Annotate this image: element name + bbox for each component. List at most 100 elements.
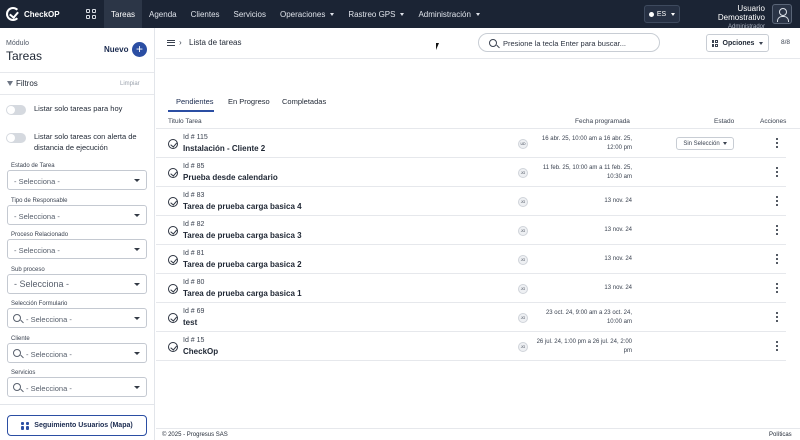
task-name: test (183, 318, 198, 327)
filter-select[interactable]: - Selecciona - (7, 170, 147, 190)
filter-select[interactable]: - Selecciona - (7, 377, 147, 397)
filter-select[interactable]: - Selecciona - (7, 239, 147, 259)
row-actions-kebab-icon[interactable] (776, 312, 778, 322)
row-actions-kebab-icon[interactable] (776, 196, 778, 206)
brand-logo[interactable]: CheckOP (6, 7, 78, 21)
tab-en-progreso[interactable]: En Progreso (228, 97, 270, 106)
menu-toggle-icon[interactable] (167, 40, 175, 46)
filters-sidebar: Módulo Tareas Nuevo + Filtros Limpiar Li… (0, 28, 155, 440)
assignee-avatar: JG (518, 284, 528, 294)
tab-pendientes[interactable]: Pendientes (176, 97, 214, 106)
user-name: Usuario Demostrativo (717, 4, 765, 22)
task-id: Id # 81 (183, 250, 205, 257)
chevron-down-icon (671, 12, 676, 16)
task-date-start: 13 nov. 24 (604, 285, 632, 291)
table-row[interactable]: Id # 115 Instalación - Cliente 2 UD 16 abr.… (156, 129, 786, 158)
assignee-avatar: JG (518, 342, 528, 352)
task-name: Tarea de prueba carga basica 2 (183, 260, 302, 269)
nav-item-administraci-n[interactable]: Administración (411, 0, 486, 28)
table-row[interactable]: Id # 15 CheckOp JG 26 jul. 24, 1:00 pm a 26… (156, 332, 786, 361)
filter-select-label: Tipo de Responsable (11, 197, 68, 204)
nav-item-tareas[interactable]: Tareas (104, 0, 143, 28)
filter-select[interactable]: - Selecciona - (7, 204, 147, 225)
table-row[interactable]: Id # 83 Tarea de prueba carga basica 4 JG 1… (156, 187, 786, 216)
table-row[interactable]: Id # 80 Tarea de prueba carga basica 1 JG 1… (156, 274, 786, 303)
assignee-avatar: JG (518, 226, 528, 236)
task-id: Id # 115 (183, 134, 208, 141)
status-select[interactable]: Sin Selección (676, 137, 734, 150)
table-row[interactable]: Id # 81 Tarea de prueba carga basica 2 JG 1… (156, 245, 786, 274)
content-topbar: › Lista de tareas Presione la tecla Ente… (156, 28, 800, 59)
task-date-start: 13 nov. 24 (604, 227, 632, 233)
row-actions-kebab-icon[interactable] (776, 225, 778, 235)
new-task-label[interactable]: Nuevo (104, 45, 128, 54)
nav-item-rastreo-gps[interactable]: Rastreo GPS (341, 0, 411, 28)
task-date-end: 12:00 pm (606, 145, 632, 151)
task-id: Id # 82 (183, 221, 205, 228)
policies-link[interactable]: Políticas (769, 432, 792, 438)
filter-toggle-switch[interactable] (6, 133, 26, 143)
page-footer: © 2025 - Progresus SAS Políticas (156, 428, 800, 440)
assignee-avatar: JG (518, 168, 528, 178)
search-icon (13, 314, 21, 322)
table-row[interactable]: Id # 82 Tarea de prueba carga basica 3 JG 1… (156, 216, 786, 245)
row-actions-kebab-icon[interactable] (776, 254, 778, 264)
filter-toggle-label: Listar solo tareas con alerta de distanc… (34, 132, 137, 152)
breadcrumb-chevron-icon: › (179, 38, 182, 47)
tracking-map-label: Seguimiento Usuarios (Mapa) (34, 422, 133, 429)
clear-filters-link[interactable]: Limpiar (120, 81, 140, 87)
row-actions-kebab-icon[interactable] (776, 167, 778, 177)
search-input[interactable]: Presione la tecla Enter para buscar... (478, 33, 660, 52)
task-date-end: 10:30 am (606, 174, 632, 180)
task-id: Id # 69 (183, 308, 205, 315)
filter-toggle-label: Listar solo tareas para hoy (34, 104, 123, 113)
task-check-icon (168, 139, 178, 149)
nav-item-clientes[interactable]: Clientes (184, 0, 227, 28)
language-selector[interactable]: ES (644, 5, 680, 23)
task-name: Instalación - Cliente 2 (183, 144, 266, 153)
nav-item-label: Rastreo GPS (348, 9, 396, 19)
filter-select-label: Sub proceso (11, 266, 45, 273)
new-task-button[interactable]: + (132, 42, 147, 57)
task-date: 13 nov. 24 (534, 226, 632, 235)
user-avatar-icon[interactable] (772, 4, 792, 24)
nav-item-operaciones[interactable]: Operaciones (273, 0, 341, 28)
task-id: Id # 15 (183, 337, 205, 344)
task-name: Tarea de prueba carga basica 4 (183, 202, 302, 211)
chevron-down-icon (134, 317, 140, 320)
task-date: 23 oct. 24, 9:00 am a 23 oct. 24, 10:00 a… (534, 309, 632, 327)
mouse-cursor-icon (436, 43, 439, 50)
filter-select-label: Servicios (11, 370, 36, 376)
results-count: 8/8 (781, 39, 791, 46)
task-date-start: 13 nov. 24 (604, 256, 632, 262)
filter-select-label: Estado de Tarea (11, 163, 55, 169)
search-icon (13, 348, 21, 357)
tracking-map-button[interactable]: Seguimiento Usuarios (Mapa) (7, 415, 147, 436)
options-button[interactable]: Opciones (706, 34, 769, 52)
filter-icon (7, 81, 13, 86)
filter-select[interactable]: - Selecciona - (7, 273, 147, 294)
task-date: 16 abr. 25, 10:00 am a 16 abr. 25, 12:00 … (534, 135, 632, 153)
chevron-down-icon (759, 41, 764, 45)
search-placeholder: Presione la tecla Enter para buscar... (503, 39, 626, 48)
table-row[interactable]: Id # 69 test JG 23 oct. 24, 9:00 am a 23 oc… (156, 303, 786, 332)
filter-select[interactable]: - Selecciona - (7, 308, 147, 328)
tab-completadas[interactable]: Completadas (282, 97, 326, 106)
row-actions-kebab-icon[interactable] (776, 283, 778, 293)
filter-toggle-switch[interactable] (6, 105, 26, 115)
apps-grid-icon[interactable] (86, 9, 96, 19)
filter-select-value: - Selecciona - (14, 177, 60, 186)
header-date: Fecha programada (575, 118, 630, 125)
filter-select-label: Selección Formulario (11, 301, 68, 307)
row-actions-kebab-icon[interactable] (776, 138, 778, 148)
chevron-down-icon (134, 282, 140, 286)
table-row[interactable]: Id # 85 Prueba desde calendario JG 11 feb. … (156, 158, 786, 187)
nav-item-servicios[interactable]: Servicios (227, 0, 273, 28)
options-label: Opciones (722, 39, 755, 47)
row-actions-kebab-icon[interactable] (776, 341, 778, 351)
nav-item-agenda[interactable]: Agenda (142, 0, 184, 28)
filter-select-value: - Selecciona - (26, 384, 72, 393)
nav-item-label: Clientes (190, 9, 220, 19)
filter-select[interactable]: - Selecciona - (7, 342, 147, 363)
user-info[interactable]: Usuario Demostrativo Administrador (690, 4, 765, 30)
